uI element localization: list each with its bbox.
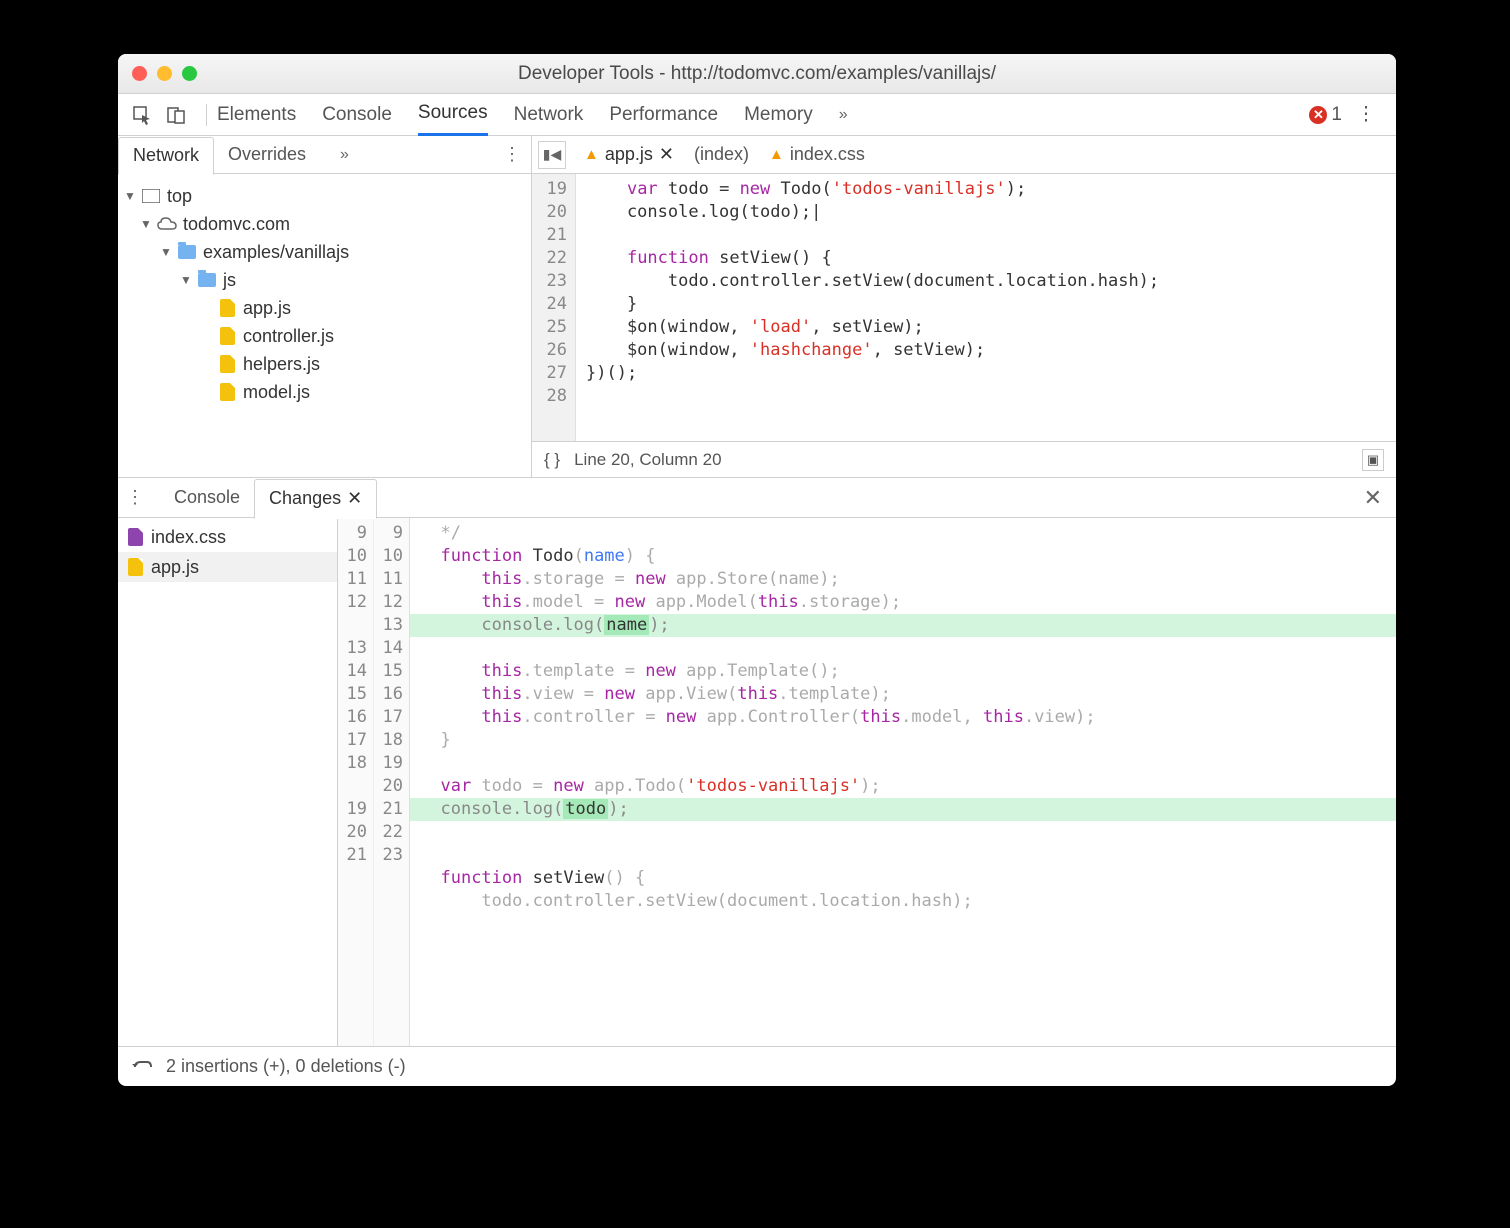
nav-tab-network[interactable]: Network: [118, 137, 214, 175]
error-icon: ✕: [1309, 106, 1327, 124]
code-editor[interactable]: 19202122232425262728 var todo = new Todo…: [532, 174, 1396, 441]
warning-icon: ▲: [769, 146, 784, 163]
diff-gutter-new: 91011121314151617181920212223: [374, 518, 410, 1046]
error-badge[interactable]: ✕ 1: [1309, 104, 1342, 126]
nav-tab-overrides[interactable]: Overrides: [214, 136, 320, 174]
warning-icon: ▲: [584, 146, 599, 163]
tree-file-appjs[interactable]: app.js: [124, 294, 525, 322]
toggle-navigator-icon[interactable]: ▮◀: [538, 141, 566, 169]
titlebar: Developer Tools - http://todomvc.com/exa…: [118, 54, 1396, 94]
diff-gutter-old: 9101112 131415161718 192021: [338, 518, 374, 1046]
editor-tab-indexcss[interactable]: ▲index.css: [759, 136, 875, 174]
device-toolbar-icon[interactable]: [162, 101, 190, 129]
changes-file-indexcss[interactable]: index.css: [118, 522, 337, 552]
changes-footer: 2 insertions (+), 0 deletions (-): [118, 1046, 1396, 1086]
tree-domain[interactable]: ▼todomvc.com: [124, 210, 525, 238]
tab-elements[interactable]: Elements: [217, 94, 296, 136]
navigator-pane: Network Overrides » ⋮ ▼top ▼todomvc.com …: [118, 136, 532, 477]
tree-file-helpersjs[interactable]: helpers.js: [124, 350, 525, 378]
close-tab-icon[interactable]: ✕: [347, 488, 362, 509]
tab-console[interactable]: Console: [322, 94, 392, 136]
tree-file-modeljs[interactable]: model.js: [124, 378, 525, 406]
devtools-window: Developer Tools - http://todomvc.com/exa…: [118, 54, 1396, 1086]
tree-file-controllerjs[interactable]: controller.js: [124, 322, 525, 350]
drawer-kebab-icon[interactable]: ⋮: [126, 487, 144, 508]
tab-network[interactable]: Network: [514, 94, 584, 136]
more-tabs-icon[interactable]: »: [839, 94, 848, 136]
file-tree: ▼top ▼todomvc.com ▼examples/vanillajs ▼j…: [118, 174, 531, 414]
drawer-tab-console[interactable]: Console: [160, 478, 254, 518]
tab-sources[interactable]: Sources: [418, 94, 488, 136]
pretty-print-icon[interactable]: { }: [544, 450, 560, 470]
main-toolbar: Elements Console Sources Network Perform…: [118, 94, 1396, 136]
error-count: 1: [1331, 104, 1342, 126]
cursor-position: Line 20, Column 20: [574, 450, 721, 470]
changes-file-list: index.css app.js: [118, 518, 338, 1046]
revert-icon[interactable]: [132, 1059, 152, 1075]
editor-tab-index[interactable]: (index): [684, 136, 759, 174]
inspect-element-icon[interactable]: [128, 101, 156, 129]
source-pane: ▮◀ ▲app.js✕ (index) ▲index.css 192021222…: [532, 136, 1396, 477]
diff-viewer[interactable]: 9101112 131415161718 192021 910111213141…: [338, 518, 1396, 1046]
code-area[interactable]: var todo = new Todo('todos-vanillajs'); …: [576, 174, 1159, 441]
diff-code: */ function Todo(name) { this.storage = …: [410, 518, 1396, 1046]
coverage-toggle-icon[interactable]: ▣: [1362, 449, 1384, 471]
drawer-close-icon[interactable]: ✕: [1364, 485, 1382, 511]
line-gutter: 19202122232425262728: [532, 174, 576, 441]
tree-folder[interactable]: ▼examples/vanillajs: [124, 238, 525, 266]
tab-performance[interactable]: Performance: [609, 94, 718, 136]
editor-statusbar: { } Line 20, Column 20 ▣: [532, 441, 1396, 477]
kebab-menu-icon[interactable]: ⋮: [1352, 101, 1380, 129]
tab-memory[interactable]: Memory: [744, 94, 813, 136]
drawer-tab-changes[interactable]: Changes✕: [254, 479, 377, 519]
editor-tab-appjs[interactable]: ▲app.js✕: [574, 136, 684, 174]
nav-kebab-icon[interactable]: ⋮: [503, 144, 521, 165]
nav-more-icon[interactable]: »: [326, 136, 363, 174]
close-tab-icon[interactable]: ✕: [659, 144, 674, 165]
tree-subfolder[interactable]: ▼js: [124, 266, 525, 294]
panel-tabs: Elements Console Sources Network Perform…: [217, 94, 848, 136]
window-title: Developer Tools - http://todomvc.com/exa…: [118, 63, 1396, 85]
tree-top[interactable]: ▼top: [124, 182, 525, 210]
changes-file-appjs[interactable]: app.js: [118, 552, 337, 582]
drawer: ⋮ Console Changes✕ ✕ index.css app.js 91…: [118, 478, 1396, 1086]
changes-summary: 2 insertions (+), 0 deletions (-): [166, 1056, 406, 1077]
